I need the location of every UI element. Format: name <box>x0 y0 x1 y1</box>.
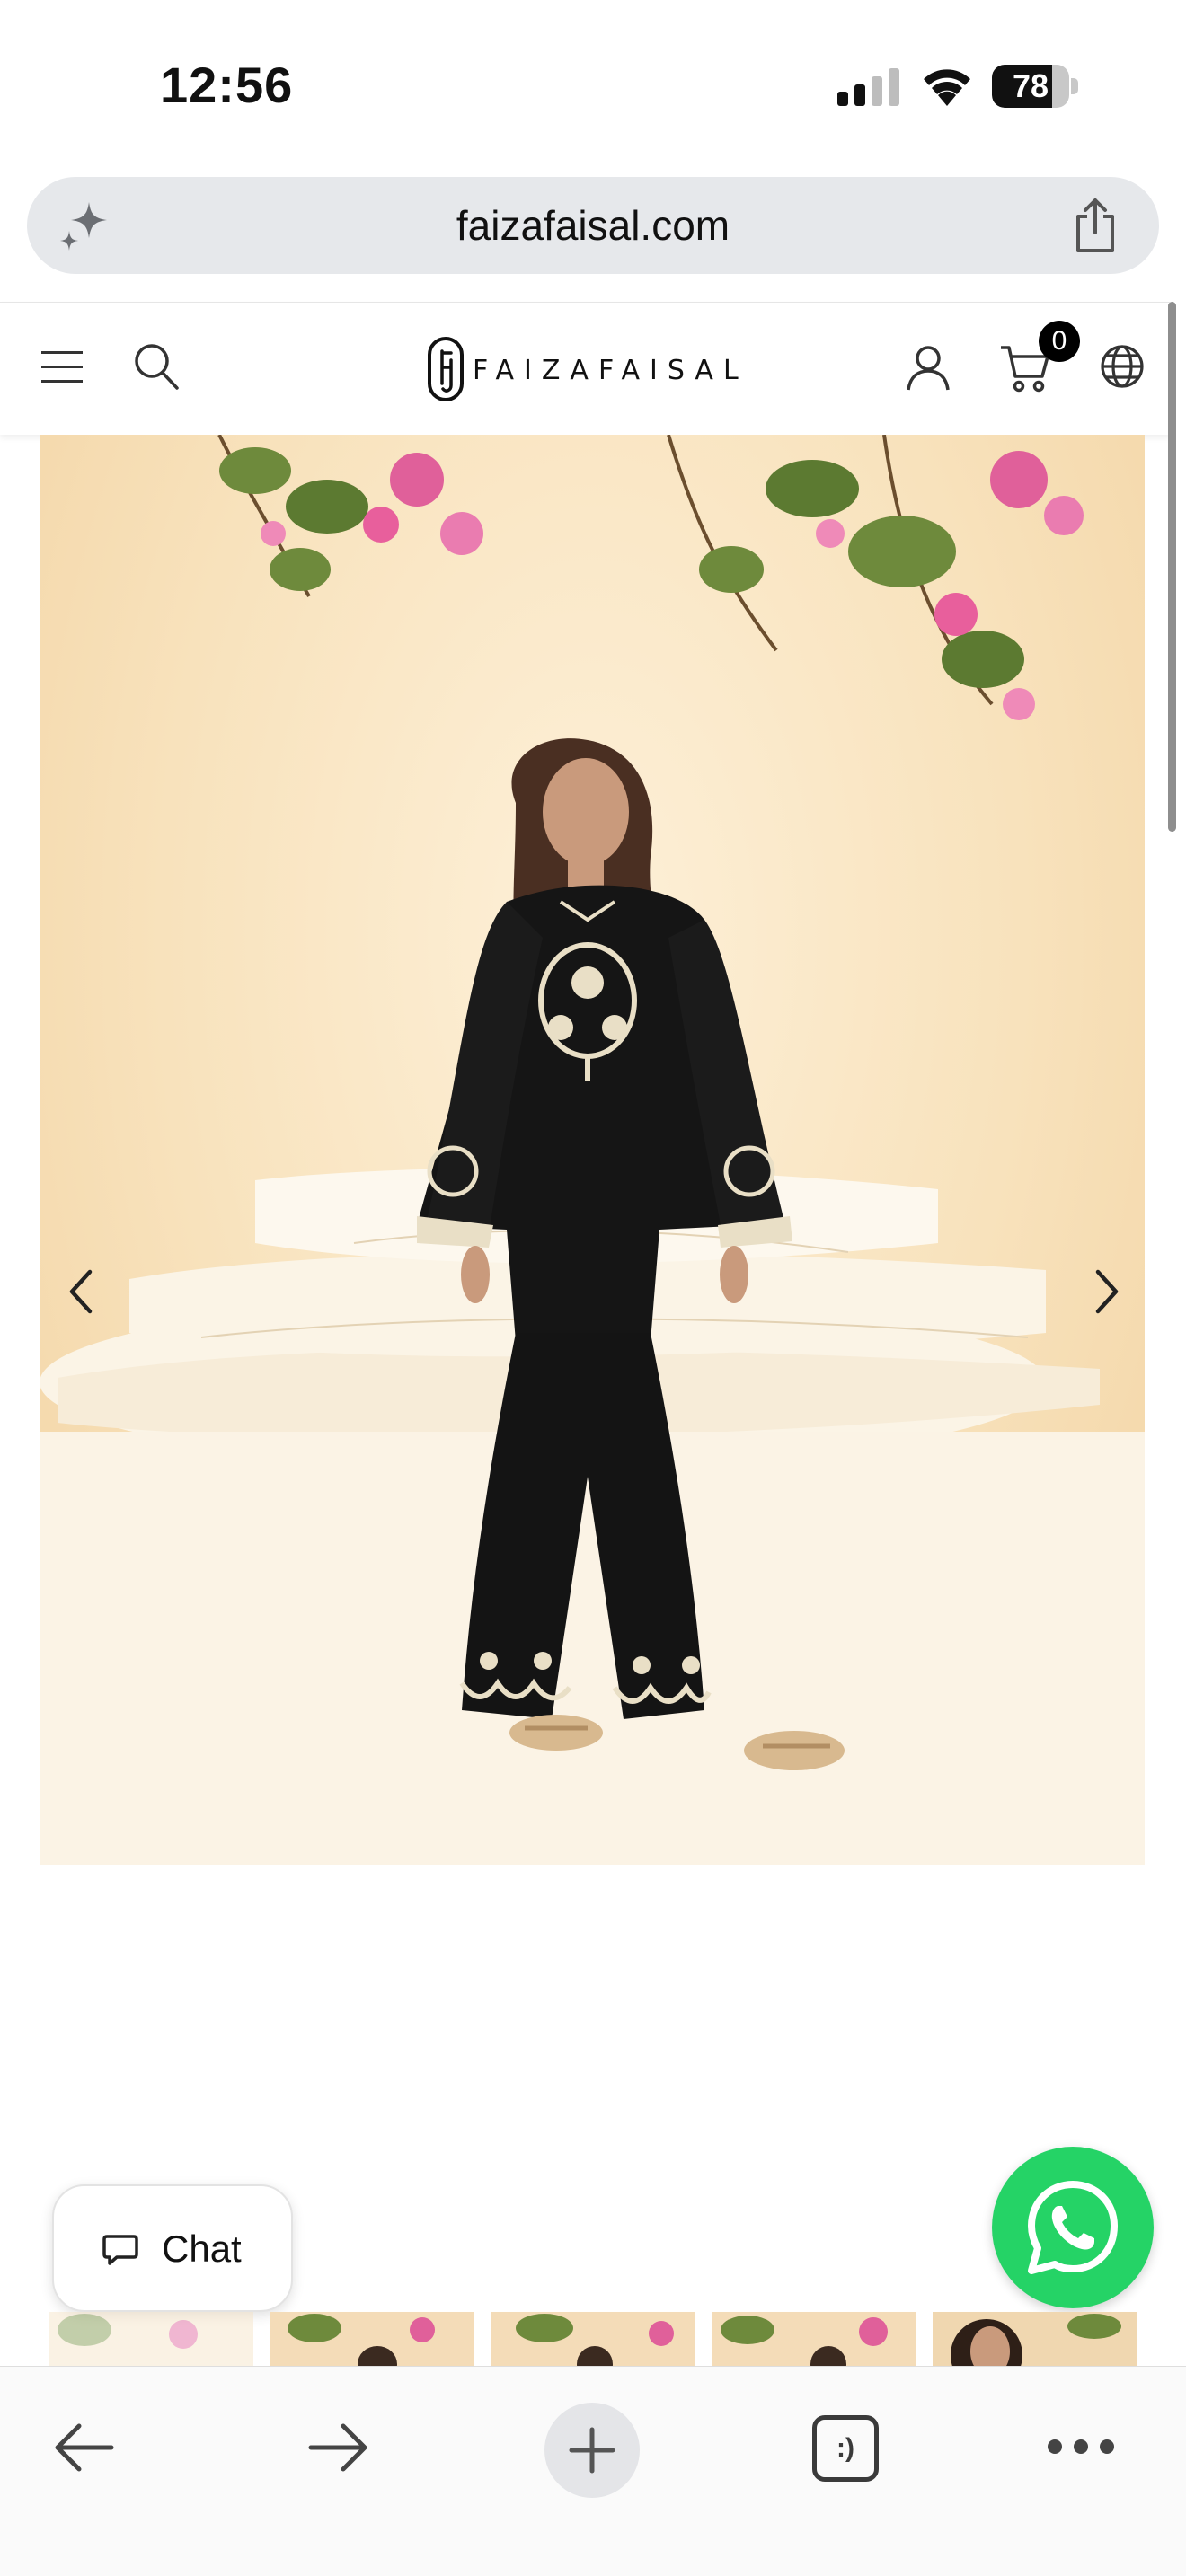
share-icon[interactable] <box>1069 197 1121 254</box>
globe-icon[interactable] <box>1100 344 1145 389</box>
account-icon[interactable] <box>906 344 951 391</box>
battery-indicator: 78 <box>992 65 1078 108</box>
product-photo-illustration <box>40 435 1145 1865</box>
whatsapp-icon <box>1028 2181 1118 2274</box>
chat-icon <box>102 2235 138 2265</box>
url-text[interactable]: faizafaisal.com <box>27 177 1159 274</box>
product-image[interactable] <box>40 435 1145 1865</box>
battery-percent: 78 <box>1012 67 1049 104</box>
status-bar: 12:56 78 <box>0 0 1186 171</box>
chat-button[interactable]: Chat <box>52 2184 293 2312</box>
menu-icon[interactable] <box>41 349 83 385</box>
more-icon[interactable] <box>1046 2435 1116 2458</box>
thumbnail-4[interactable] <box>712 2312 916 2366</box>
tabs-label: :) <box>836 2433 854 2463</box>
status-time: 12:56 <box>160 57 294 113</box>
whatsapp-button[interactable] <box>992 2147 1154 2308</box>
thumbnail-3[interactable] <box>491 2312 695 2366</box>
forward-arrow-icon[interactable] <box>305 2421 370 2475</box>
thumbnail-5[interactable] <box>933 2312 1137 2366</box>
bougainvillea-left-decoration <box>217 435 483 597</box>
browser-bottom-toolbar: :) <box>0 2366 1186 2576</box>
chat-label: Chat <box>162 2228 242 2270</box>
plus-icon <box>569 2427 615 2474</box>
page-scrollbar[interactable] <box>1168 302 1176 832</box>
brand-monogram-icon <box>428 337 464 401</box>
thumbnail-1[interactable] <box>49 2312 253 2366</box>
bougainvillea-right-decoration <box>667 435 1084 720</box>
back-arrow-icon[interactable] <box>52 2421 117 2475</box>
tabs-button[interactable]: :) <box>812 2415 879 2482</box>
search-icon[interactable] <box>133 342 180 391</box>
brand-logo[interactable]: FAIZAFAISAL <box>426 333 749 405</box>
wifi-icon <box>924 69 970 106</box>
brand-name: FAIZAFAISAL <box>473 355 748 386</box>
new-tab-button[interactable] <box>544 2403 640 2498</box>
site-header: FAIZAFAISAL 0 <box>0 302 1170 435</box>
cart-count-badge: 0 <box>1039 321 1080 362</box>
thumbnail-strip <box>49 2312 1145 2366</box>
chevron-left-icon[interactable] <box>63 1266 99 1317</box>
thumbnail-2[interactable] <box>270 2312 474 2366</box>
chevron-right-icon[interactable] <box>1089 1266 1125 1317</box>
cellular-signal-icon <box>837 68 899 106</box>
url-bar[interactable]: faizafaisal.com <box>27 177 1159 274</box>
